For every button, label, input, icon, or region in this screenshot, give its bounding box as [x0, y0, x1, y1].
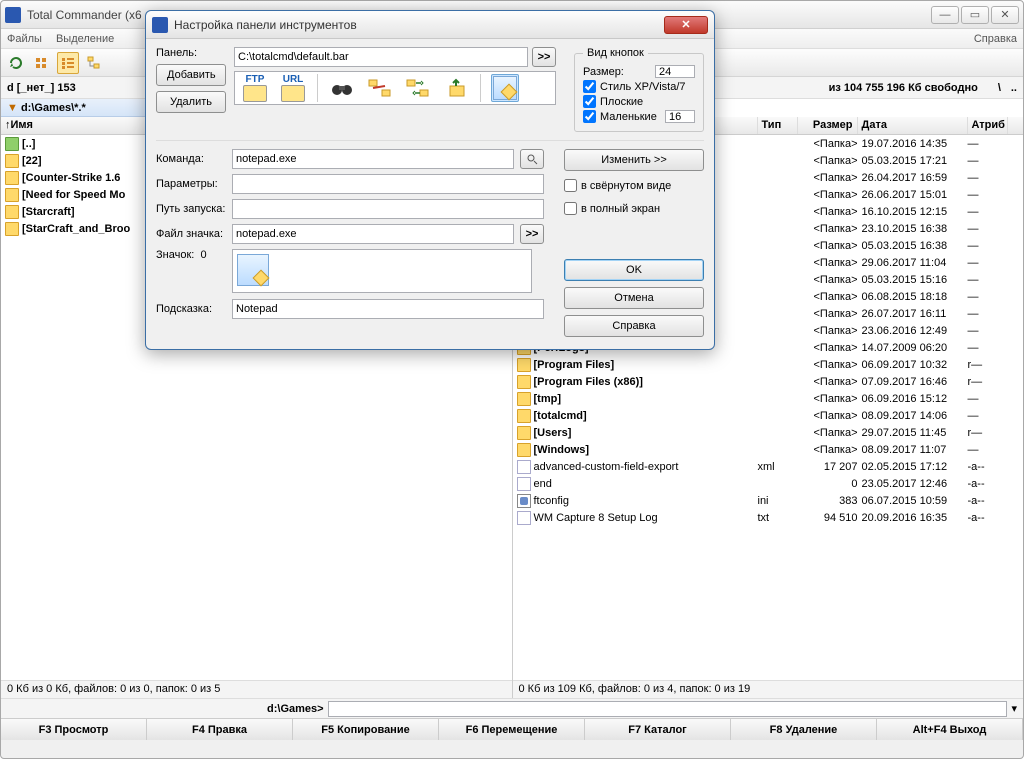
menu-files[interactable]: Файлы	[7, 33, 42, 45]
minimized-checkbox[interactable]	[564, 179, 577, 192]
menu-help[interactable]: Справка	[974, 33, 1017, 45]
notepad-icon-selected[interactable]	[491, 74, 519, 102]
small-checkbox[interactable]	[583, 110, 596, 123]
list-item[interactable]: [Windows]<Папка>08.09.2017 11:07—	[513, 441, 1024, 458]
small-size-input[interactable]	[665, 110, 695, 123]
params-input[interactable]	[232, 174, 544, 194]
cmd-input[interactable]	[328, 701, 1008, 717]
change-button[interactable]: Изменить >>	[564, 149, 704, 171]
fullscreen-checkbox[interactable]	[564, 202, 577, 215]
fkey-bar: F3 Просмотр F4 Правка F5 Копирование F6 …	[1, 718, 1023, 740]
tree-view-icon[interactable]	[83, 52, 105, 74]
hint-input[interactable]	[232, 299, 544, 319]
size-input[interactable]	[655, 65, 695, 78]
panel-label: Панель:	[156, 47, 226, 59]
dialog-icon	[152, 17, 168, 33]
xp-style-checkbox[interactable]	[583, 80, 596, 93]
refresh-icon[interactable]	[5, 52, 27, 74]
maximize-button[interactable]: ▭	[961, 6, 989, 24]
f6-button[interactable]: F6 Перемещение	[439, 719, 585, 740]
drive-left[interactable]: d [_нет_] 153	[7, 82, 76, 94]
list-item[interactable]: [totalcmd]<Папка>08.09.2017 14:06—	[513, 407, 1024, 424]
f7-button[interactable]: F7 Каталог	[585, 719, 731, 740]
list-item[interactable]: [tmp]<Папка>06.09.2016 15:12—	[513, 390, 1024, 407]
add-button[interactable]: Добавить	[156, 64, 226, 86]
list-item[interactable]: advanced-custom-field-exportxml17 20702.…	[513, 458, 1024, 475]
button-view-group: Вид кнопок Размер: Стиль XP/Vista/7 Плос…	[574, 47, 704, 132]
list-item[interactable]: [Users]<Папка>29.07.2015 11:45r—	[513, 424, 1024, 441]
iconfile-browse-button[interactable]: >>	[520, 224, 544, 244]
binoculars-icon[interactable]	[328, 74, 356, 102]
cmd-path: d:\Games>	[267, 703, 324, 715]
icon-picker[interactable]	[232, 249, 532, 293]
list-item[interactable]: WM Capture 8 Setup Logtxt94 51020.09.201…	[513, 509, 1024, 526]
toolbar-preview[interactable]: FTP URL	[234, 71, 556, 105]
f8-button[interactable]: F8 Удаление	[731, 719, 877, 740]
iconfile-input[interactable]	[232, 224, 514, 244]
toolbar-config-dialog: Настройка панели инструментов ✕ Панель: …	[145, 10, 715, 350]
f4-button[interactable]: F4 Правка	[147, 719, 293, 740]
copy-icon[interactable]	[442, 74, 470, 102]
minimize-button[interactable]: —	[931, 6, 959, 24]
rename-icon[interactable]	[366, 74, 394, 102]
menu-selection[interactable]: Выделение	[56, 33, 114, 45]
help-button[interactable]: Справка	[564, 315, 704, 337]
delete-button[interactable]: Удалить	[156, 91, 226, 113]
flat-checkbox[interactable]	[583, 95, 596, 108]
free-space: из 104 755 196 Кб свободно	[829, 82, 978, 94]
panel-path-input[interactable]	[234, 47, 528, 67]
altf4-button[interactable]: Alt+F4 Выход	[877, 719, 1023, 740]
list-item[interactable]: end023.05.2017 12:46-a--	[513, 475, 1024, 492]
command-input[interactable]	[232, 149, 514, 169]
f3-button[interactable]: F3 Просмотр	[1, 719, 147, 740]
cancel-button[interactable]: Отмена	[564, 287, 704, 309]
right-status: 0 Кб из 109 Кб, файлов: 0 из 4, папок: 0…	[513, 680, 1024, 698]
left-status: 0 Кб из 0 Кб, файлов: 0 из 0, папок: 0 и…	[1, 680, 512, 698]
close-button[interactable]: ✕	[991, 6, 1019, 24]
ok-button[interactable]: OK	[564, 259, 704, 281]
startpath-input[interactable]	[232, 199, 544, 219]
brief-view-icon[interactable]	[31, 52, 53, 74]
command-search-button[interactable]	[520, 149, 544, 169]
list-item[interactable]: [Program Files]<Папка>06.09.2017 10:32r—	[513, 356, 1024, 373]
notepad-icon[interactable]	[237, 254, 269, 286]
full-view-icon[interactable]	[57, 52, 79, 74]
list-item[interactable]: ftconfigini38306.07.2015 10:59-a--	[513, 492, 1024, 509]
app-icon	[5, 7, 21, 23]
dialog-title: Настройка панели инструментов	[174, 18, 664, 32]
f5-button[interactable]: F5 Копирование	[293, 719, 439, 740]
browse-panel-button[interactable]: >>	[532, 47, 556, 67]
command-line: d:\Games> ▾	[1, 698, 1023, 718]
dialog-close-button[interactable]: ✕	[664, 16, 708, 34]
sync-icon[interactable]	[404, 74, 432, 102]
list-item[interactable]: [Program Files (x86)]<Папка>07.09.2017 1…	[513, 373, 1024, 390]
